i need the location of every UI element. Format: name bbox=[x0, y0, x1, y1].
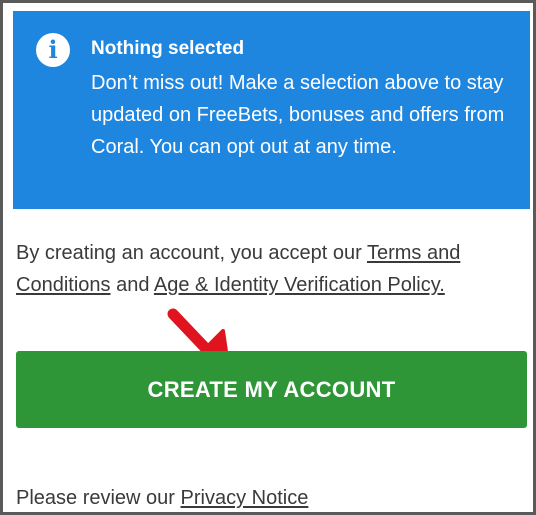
privacy-prefix: Please review our bbox=[16, 487, 181, 509]
legal-prefix: By creating an account, you accept our bbox=[16, 242, 367, 264]
create-account-button[interactable]: CREATE MY ACCOUNT bbox=[16, 351, 527, 428]
privacy-text: Please review our Privacy Notice bbox=[16, 482, 309, 512]
legal-text: By creating an account, you accept our T… bbox=[16, 237, 521, 301]
screenshot-frame: i Nothing selected Don’t miss out! Make … bbox=[0, 0, 536, 515]
notice-message: Don’t miss out! Make a selection above t… bbox=[91, 72, 505, 158]
info-icon: i bbox=[36, 33, 70, 67]
notice-title: Nothing selected bbox=[91, 38, 245, 59]
legal-conjunction: and bbox=[110, 274, 154, 296]
notice-box: i Nothing selected Don’t miss out! Make … bbox=[13, 11, 530, 209]
privacy-notice-link[interactable]: Privacy Notice bbox=[181, 487, 309, 509]
policy-link[interactable]: Age & Identity Verification Policy. bbox=[154, 274, 445, 296]
